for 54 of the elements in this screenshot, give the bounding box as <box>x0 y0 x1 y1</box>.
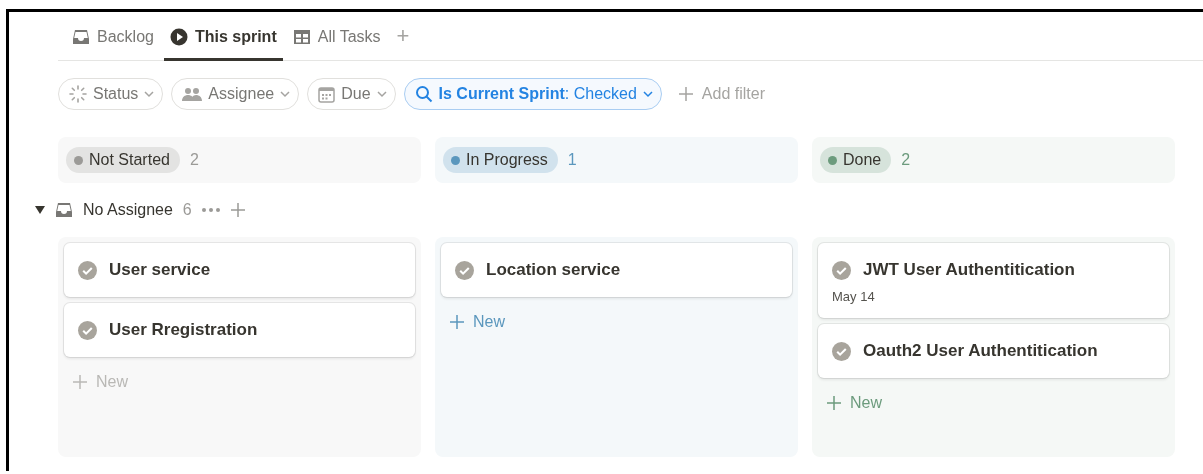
plus-icon <box>826 395 842 411</box>
task-card[interactable]: JWT User Authentitication May 14 <box>818 243 1169 318</box>
check-circle-icon <box>78 260 97 280</box>
people-icon <box>182 86 203 102</box>
task-card[interactable]: User service <box>64 243 415 297</box>
chevron-down-icon <box>280 90 291 98</box>
add-filter-button[interactable]: Add filter <box>677 85 765 103</box>
status-tag: Done <box>820 147 892 173</box>
group-count: 6 <box>182 201 192 219</box>
view-tab[interactable]: This sprint <box>163 12 283 61</box>
loading-icon <box>69 85 87 103</box>
calendar-icon <box>318 85 336 103</box>
filter-chip[interactable]: Assignee <box>171 78 300 110</box>
table-icon <box>292 27 311 46</box>
plus-icon <box>229 202 246 218</box>
status-tag: In Progress <box>443 147 558 173</box>
card-title: Oauth2 User Authentitication <box>863 341 1098 361</box>
group-title: No Assignee <box>83 201 173 219</box>
card-title: User Rregistration <box>109 320 258 340</box>
card-title: JWT User Authentitication <box>863 260 1075 280</box>
plus-icon <box>677 86 694 102</box>
inbox-icon <box>72 27 90 46</box>
status-tag: Not Started <box>66 147 180 173</box>
task-card[interactable]: Oauth2 User Authentitication <box>818 324 1169 378</box>
view-tab[interactable]: Backlog <box>66 12 160 61</box>
check-circle-icon <box>832 260 851 280</box>
more-icon[interactable] <box>201 208 220 212</box>
check-circle-icon <box>832 341 851 361</box>
chevron-down-icon <box>642 90 653 98</box>
add-view-button[interactable]: + <box>390 12 416 60</box>
check-circle-icon <box>455 260 474 280</box>
chevron-down-icon <box>144 90 155 98</box>
filter-chip[interactable]: Due <box>307 78 396 110</box>
plus-icon <box>72 374 88 390</box>
new-card-button[interactable]: New <box>818 384 890 422</box>
chevron-down-icon <box>376 90 387 98</box>
card-count: 2 <box>901 151 911 169</box>
card-title: Location service <box>486 260 621 280</box>
card-count: 2 <box>189 151 199 169</box>
check-circle-icon <box>78 320 97 340</box>
search-icon <box>414 85 433 103</box>
inbox-icon <box>55 201 73 219</box>
task-card[interactable]: User Rregistration <box>64 303 415 357</box>
collapse-triangle-icon[interactable] <box>35 205 45 215</box>
play-icon <box>169 27 188 46</box>
card-date: May 14 <box>832 289 876 304</box>
task-card[interactable]: Location service <box>441 243 792 297</box>
new-card-button[interactable]: New <box>441 303 513 341</box>
card-title: User service <box>109 260 211 280</box>
plus-icon <box>449 314 465 330</box>
filter-chip[interactable]: Is Current Sprint: Checked <box>403 78 662 110</box>
view-tab[interactable]: All Tasks <box>286 12 387 61</box>
card-count: 1 <box>567 151 577 169</box>
filter-chip[interactable]: Status <box>58 78 164 110</box>
